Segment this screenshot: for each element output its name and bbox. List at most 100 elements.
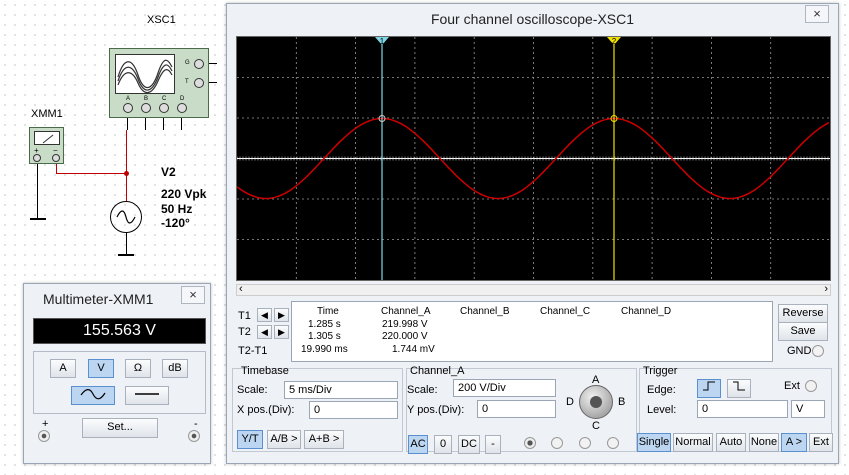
ab-mode-button[interactable]: A/B > <box>267 430 301 449</box>
oscilloscope-window: Four channel oscilloscope-XSC1 × 12 ‹ › … <box>226 3 839 464</box>
t2-label: T2 <box>238 326 251 338</box>
channel-d-header: Channel_D <box>621 306 672 317</box>
edge-label: Edge: <box>647 384 676 396</box>
channel-selector-knob[interactable] <box>579 385 613 419</box>
ac-source-symbol[interactable] <box>110 201 142 233</box>
xsc1-c-terminal[interactable] <box>159 103 169 113</box>
oscilloscope-close-button[interactable]: × <box>805 5 829 23</box>
v2-amplitude: 220 Vpk <box>161 187 207 201</box>
multimeter-minus-label: - <box>194 418 198 430</box>
channel-c-radio[interactable] <box>579 437 591 449</box>
xsc1-t-label: T <box>185 79 189 85</box>
coupling-ac-button[interactable]: AC <box>408 435 428 454</box>
a-plus-b-mode-button[interactable]: A+B > <box>304 430 344 449</box>
ext-trigger-terminal[interactable] <box>805 380 817 392</box>
xsc1-g-terminal[interactable] <box>194 59 204 69</box>
trigger-auto-button[interactable]: Auto <box>716 433 746 452</box>
ypos-input[interactable]: 0 <box>477 400 556 418</box>
xmm1-label: XMM1 <box>31 108 63 120</box>
scroll-left-icon[interactable]: ‹ <box>239 283 243 295</box>
mode-db-button[interactable]: dB <box>162 359 188 378</box>
rising-edge-button[interactable] <box>697 379 721 398</box>
level-input[interactable]: 0 <box>697 400 788 418</box>
time-header: Time <box>317 306 339 317</box>
trigger-none-button[interactable]: None <box>749 433 779 452</box>
cursor-readout-table: Time Channel_A Channel_B Channel_C Chann… <box>291 301 773 362</box>
multimeter-close-button[interactable]: × <box>181 286 205 304</box>
timebase-scale-input[interactable]: 5 ms/Div <box>284 381 398 399</box>
t2-t1-label: T2-T1 <box>238 345 268 357</box>
t1-left-arrow-button[interactable]: ◀ <box>257 308 272 322</box>
xsc1-b-label: B <box>144 96 149 102</box>
dc-mode-button[interactable] <box>125 386 169 405</box>
gnd-terminal[interactable] <box>812 345 824 357</box>
yt-mode-button[interactable]: Y/T <box>237 430 263 449</box>
coupling-zero-button[interactable]: 0 <box>434 435 452 454</box>
channel-a-header: Channel_A <box>381 306 431 317</box>
xsc1-screen-icon <box>115 54 175 94</box>
channel-scale-input[interactable]: 200 V/Div <box>453 379 556 397</box>
multimeter-minus-terminal[interactable] <box>188 430 200 442</box>
scroll-right-icon[interactable]: › <box>824 283 828 295</box>
falling-edge-icon <box>733 381 745 391</box>
xmm1-symbol[interactable]: + − <box>29 127 64 164</box>
trigger-a-source-button[interactable]: A > <box>781 433 807 452</box>
xpos-input[interactable]: 0 <box>309 401 398 419</box>
trigger-ext-source-button[interactable]: Ext <box>809 433 833 452</box>
channel-b-header: Channel_B <box>460 306 510 317</box>
multimeter-display: 155.563 V <box>33 318 206 344</box>
set-button[interactable]: Set... <box>82 418 158 438</box>
falling-edge-button[interactable] <box>727 379 751 398</box>
invert-button[interactable]: - <box>485 435 501 454</box>
knob-d-label: D <box>566 396 574 408</box>
delta-time-value: 19.990 ms <box>301 344 348 355</box>
xmm1-plus-terminal[interactable] <box>33 154 41 162</box>
v2-frequency: 50 Hz <box>161 202 193 216</box>
scope-scrollbar[interactable]: ‹ › <box>236 283 831 296</box>
v2-phase: -120° <box>161 216 190 230</box>
multimeter-window: Multimeter-XMM1 × 155.563 V A V Ω dB + -… <box>23 283 211 464</box>
channel-a-radio[interactable] <box>524 437 536 449</box>
level-unit-select[interactable]: V <box>791 400 825 418</box>
xsc1-label: XSC1 <box>147 14 176 26</box>
channel-b-radio[interactable] <box>551 437 563 449</box>
xsc1-d-label: D <box>180 96 185 102</box>
xsc1-a-terminal[interactable] <box>123 103 133 113</box>
trigger-single-button[interactable]: Single <box>637 433 671 452</box>
dc-line-icon <box>135 393 159 395</box>
rising-edge-icon <box>703 381 715 391</box>
coupling-dc-button[interactable]: DC <box>458 435 480 454</box>
ac-wave-icon <box>80 389 106 400</box>
channel-d-radio[interactable] <box>607 437 619 449</box>
xsc1-b-terminal[interactable] <box>141 103 151 113</box>
xsc1-symbol[interactable]: G T A B C D <box>109 48 209 118</box>
t1-time-value: 1.285 s <box>308 319 341 330</box>
multimeter-plus-terminal[interactable] <box>38 430 50 442</box>
t1-right-arrow-button[interactable]: ▶ <box>274 308 289 322</box>
mode-v-button[interactable]: V <box>88 359 114 378</box>
trigger-title: Trigger <box>643 365 678 377</box>
ypos-label: Y pos.(Div): <box>407 404 465 416</box>
t1-channel-a-value: 219.998 V <box>382 319 428 330</box>
t2-time-value: 1.305 s <box>308 331 341 342</box>
t2-right-arrow-button[interactable]: ▶ <box>274 325 289 339</box>
mode-ohm-button[interactable]: Ω <box>125 359 151 378</box>
mode-a-button[interactable]: A <box>50 359 76 378</box>
gnd-label: GND <box>787 345 812 357</box>
knob-b-label: B <box>618 396 626 408</box>
cursor-2-label: 2 <box>612 37 617 46</box>
t2-left-arrow-button[interactable]: ◀ <box>257 325 272 339</box>
channel-scale-label: Scale: <box>407 384 438 396</box>
meter-icon <box>34 131 60 145</box>
trigger-normal-button[interactable]: Normal <box>673 433 713 452</box>
xpos-label: X pos.(Div): <box>237 404 295 416</box>
xsc1-t-terminal[interactable] <box>194 78 204 88</box>
xmm1-minus-terminal[interactable] <box>52 154 60 162</box>
xsc1-d-terminal[interactable] <box>177 103 187 113</box>
save-button[interactable]: Save <box>778 322 828 341</box>
timebase-title: Timebase <box>241 365 289 377</box>
reverse-button[interactable]: Reverse <box>778 304 828 323</box>
level-label: Level: <box>647 404 677 416</box>
scope-screen[interactable]: 12 <box>236 36 831 281</box>
ac-mode-button[interactable] <box>71 386 115 405</box>
